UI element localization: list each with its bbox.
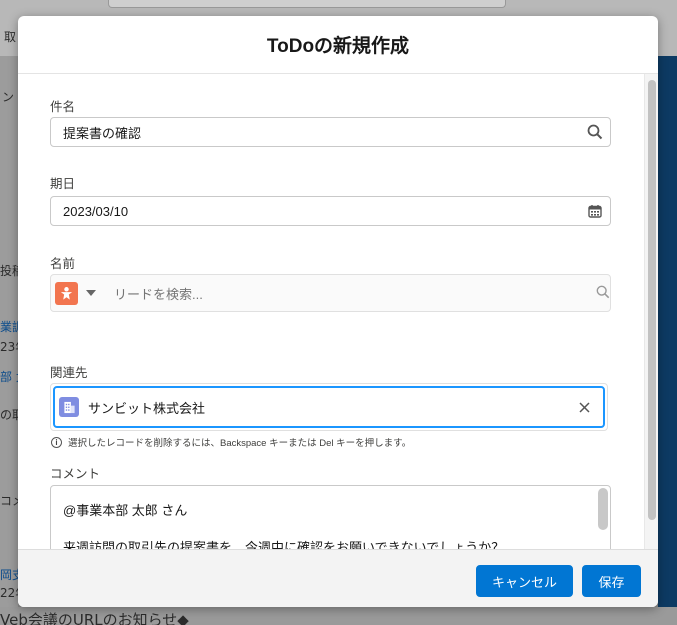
account-icon [59, 397, 79, 417]
chevron-down-icon[interactable] [82, 283, 100, 303]
selected-record-label: サンビット株式会社 [88, 400, 206, 416]
related-to-lookup: サンビット株式会社 [50, 383, 608, 431]
comment-scrollbar[interactable] [598, 488, 608, 530]
comment-line: @事業本部 太郎 さん [63, 503, 188, 518]
close-icon[interactable] [571, 394, 597, 420]
related-to-help-text: 選択したレコードを削除するには、Backspace キーまたは Del キーを押… [68, 438, 412, 449]
name-search-input[interactable]: リードを検索... [114, 284, 596, 303]
info-icon: i [51, 436, 62, 448]
comment-label: コメント [50, 467, 101, 481]
selected-record-pill[interactable]: サンビット株式会社 [53, 386, 605, 428]
search-icon [580, 118, 610, 146]
due-date-input[interactable]: 2023/03/10 [50, 196, 611, 226]
comment-line: 来週訪問の取引先の提案書を、今週中に確認をお願いできないでしょうか？ [63, 540, 505, 549]
lead-icon[interactable] [55, 281, 78, 305]
modal-title: ToDoの新規作成 [266, 36, 410, 57]
comment-textarea[interactable]: @事業本部 太郎 さん 来週訪問の取引先の提案書を、今週中に確認をお願いできない… [50, 485, 611, 549]
background-search [108, 0, 506, 8]
search-icon [596, 284, 610, 303]
background-text: 取 [4, 30, 17, 44]
save-button[interactable]: 保存 [582, 565, 641, 597]
subject-label: 件名 [50, 100, 76, 114]
subject-combobox[interactable]: 提案書の確認 [50, 117, 611, 147]
modal-header: ToDoの新規作成 [18, 16, 658, 74]
name-lookup[interactable]: リードを検索... [50, 274, 611, 312]
cancel-button[interactable]: キャンセル [476, 565, 573, 597]
subject-value[interactable]: 提案書の確認 [51, 123, 580, 142]
related-to-label: 関連先 [50, 366, 88, 380]
background-text: ン [2, 90, 15, 104]
background-right-panel [658, 56, 677, 625]
modal-footer: キャンセル 保存 [18, 549, 658, 607]
related-to-help: i 選択したレコードを削除するには、Backspace キーまたは Del キー… [51, 435, 411, 449]
modal-body: 件名 提案書の確認 期日 2023/03/10 名前 リードを検索... 関連先… [18, 74, 658, 549]
modal-scrollbar[interactable] [644, 74, 658, 549]
name-label: 名前 [50, 257, 76, 271]
modal-scrollbar-thumb[interactable] [648, 80, 656, 520]
due-date-label: 期日 [50, 177, 76, 191]
due-date-value[interactable]: 2023/03/10 [51, 204, 580, 219]
background-text: Veb会議のURLのお知らせ◆ [0, 611, 189, 625]
new-todo-modal: ToDoの新規作成 件名 提案書の確認 期日 2023/03/10 名前 リード… [18, 16, 658, 607]
calendar-icon[interactable] [580, 197, 610, 225]
